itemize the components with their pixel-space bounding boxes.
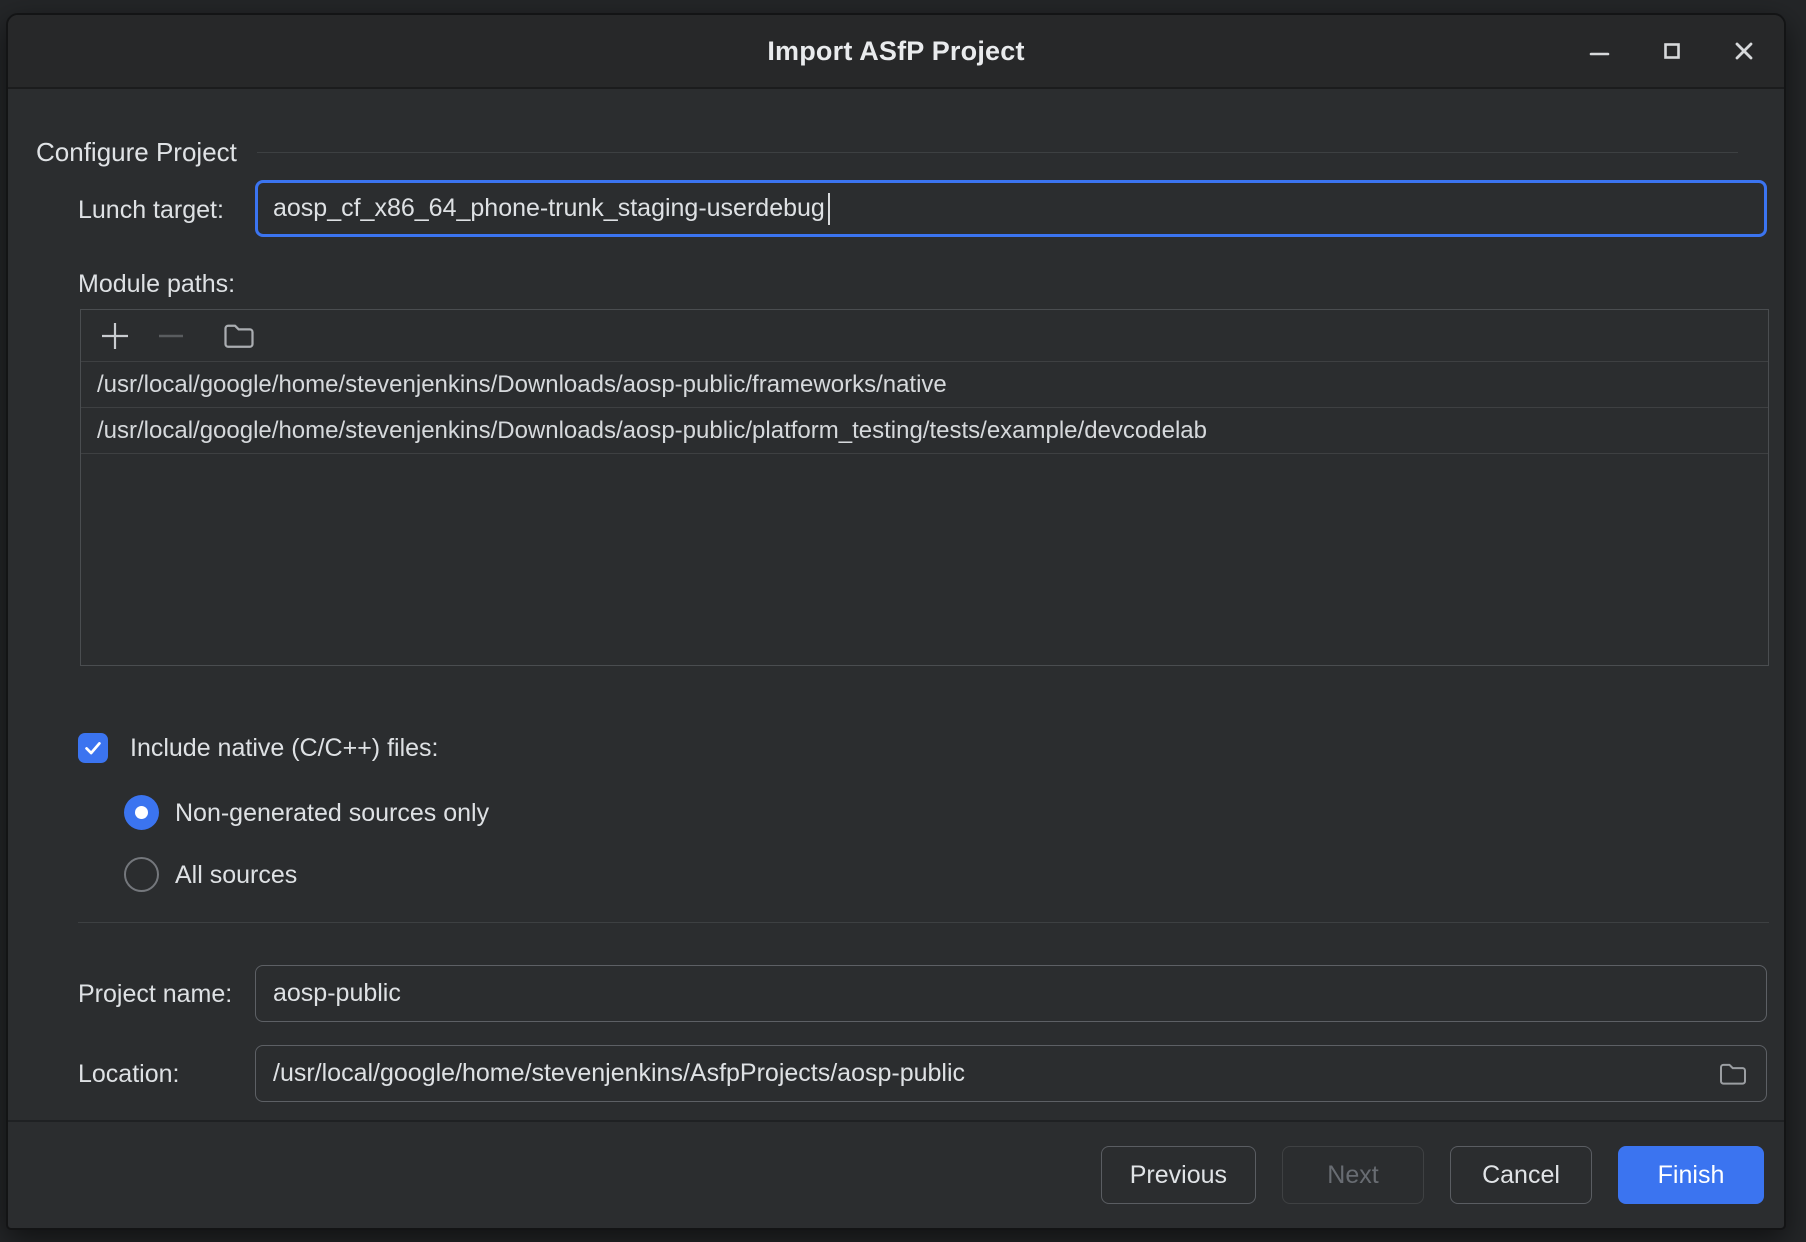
minimize-icon[interactable]	[1586, 37, 1614, 65]
lunch-target-label: Lunch target:	[78, 195, 224, 225]
dialog-titlebar[interactable]: Import ASfP Project	[8, 15, 1784, 89]
project-name-value: aosp-public	[273, 979, 401, 1008]
source-option-row: All sources	[124, 857, 297, 892]
footer-buttons: Previous Next Cancel Finish	[8, 1146, 1764, 1204]
non-generated-label: Non-generated sources only	[175, 798, 489, 828]
footer-separator	[8, 1120, 1784, 1122]
lunch-target-value: aosp_cf_x86_64_phone-trunk_staging-userd…	[273, 194, 825, 223]
previous-button[interactable]: Previous	[1101, 1146, 1256, 1204]
cancel-button[interactable]: Cancel	[1450, 1146, 1592, 1204]
include-native-checkbox[interactable]	[78, 733, 108, 763]
module-path-row[interactable]: /usr/local/google/home/stevenjenkins/Dow…	[81, 408, 1768, 454]
lunch-target-input[interactable]: aosp_cf_x86_64_phone-trunk_staging-userd…	[255, 180, 1767, 237]
project-name-label: Project name:	[78, 979, 232, 1009]
remove-path-icon[interactable]	[149, 315, 193, 357]
configure-project-header: Configure Project	[36, 137, 1738, 168]
close-icon[interactable]	[1730, 37, 1758, 65]
module-paths-list: /usr/local/google/home/stevenjenkins/Dow…	[81, 362, 1768, 454]
location-value: /usr/local/google/home/stevenjenkins/Asf…	[273, 1059, 965, 1088]
module-paths-panel: /usr/local/google/home/stevenjenkins/Dow…	[80, 309, 1769, 666]
include-native-row: Include native (C/C++) files:	[78, 733, 438, 763]
location-browse-folder-icon[interactable]	[1717, 1058, 1749, 1090]
import-asfp-dialog: Import ASfP Project Configure Project Lu…	[6, 13, 1786, 1230]
maximize-icon[interactable]	[1658, 37, 1686, 65]
next-button[interactable]: Next	[1282, 1146, 1424, 1204]
add-path-icon[interactable]	[93, 315, 137, 357]
module-path-row[interactable]: /usr/local/google/home/stevenjenkins/Dow…	[81, 362, 1768, 408]
all-sources-label: All sources	[175, 860, 297, 890]
all-sources-radio[interactable]	[124, 857, 159, 892]
section-rule	[257, 152, 1738, 153]
section-title: Configure Project	[36, 137, 237, 168]
finish-button[interactable]: Finish	[1618, 1146, 1764, 1204]
project-name-input[interactable]: aosp-public	[255, 965, 1767, 1022]
module-paths-label: Module paths:	[78, 269, 235, 299]
non-generated-radio[interactable]	[124, 795, 159, 830]
radio-dot	[135, 806, 148, 819]
module-paths-toolbar	[81, 310, 1768, 362]
source-option-row: Non-generated sources only	[124, 795, 489, 830]
section-divider	[78, 922, 1769, 923]
include-native-label: Include native (C/C++) files:	[130, 733, 438, 763]
location-label: Location:	[78, 1059, 179, 1089]
dialog-title: Import ASfP Project	[767, 36, 1024, 67]
window-controls	[1586, 15, 1758, 87]
location-input[interactable]: /usr/local/google/home/stevenjenkins/Asf…	[255, 1045, 1767, 1102]
text-caret	[828, 193, 830, 225]
browse-folder-icon[interactable]	[217, 315, 261, 357]
